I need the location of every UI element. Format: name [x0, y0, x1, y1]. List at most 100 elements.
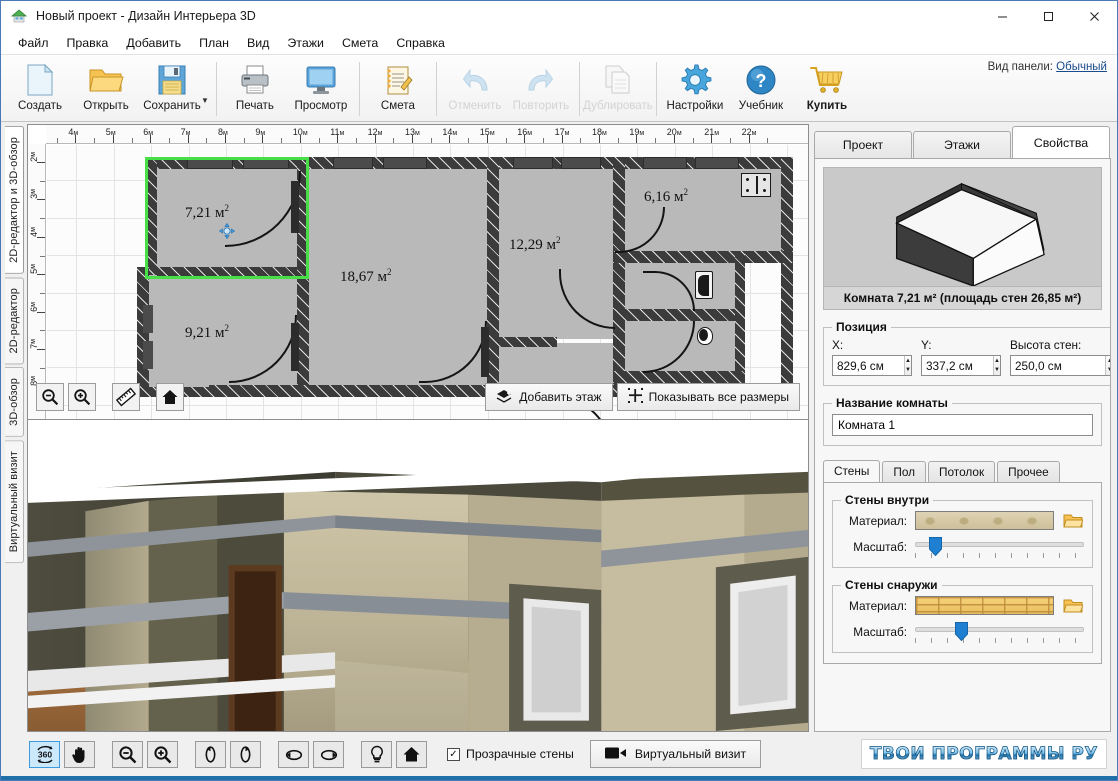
- x-spinner[interactable]: ▲ ▼: [832, 355, 912, 376]
- tool-zoom-out-button[interactable]: [112, 740, 143, 768]
- slider-thumb[interactable]: [954, 622, 968, 642]
- wall-segment[interactable]: [613, 251, 793, 263]
- tool-rotate-left-button[interactable]: [195, 740, 226, 768]
- tool-360-rotate-button[interactable]: 360: [29, 740, 60, 768]
- window-symbol[interactable]: [695, 157, 739, 169]
- room-name-input[interactable]: [832, 414, 1093, 436]
- tool-light-button[interactable]: [361, 740, 392, 768]
- toolbar-button-print[interactable]: Печать: [222, 58, 288, 120]
- walls-outside-material-swatch[interactable]: [915, 596, 1054, 615]
- door-leaf[interactable]: [481, 327, 489, 377]
- tab-floors[interactable]: Этажи: [913, 131, 1011, 158]
- save-dropdown-chevron-down-icon[interactable]: ▼: [201, 74, 209, 105]
- wall-segment[interactable]: [735, 251, 745, 373]
- toolbar-button-new[interactable]: Создать: [7, 58, 73, 120]
- y-input[interactable]: [922, 356, 993, 375]
- window-symbol[interactable]: [143, 341, 153, 369]
- toolbar-button-tutorial[interactable]: ? Учебник: [728, 58, 794, 120]
- window-symbol[interactable]: [383, 157, 427, 169]
- x-input[interactable]: [833, 356, 904, 375]
- left-tab-2d-editor[interactable]: 2D-редактор: [4, 276, 24, 365]
- walls-outside-browse-folder-icon[interactable]: [1062, 596, 1084, 615]
- menu-item-add[interactable]: Добавить: [117, 34, 190, 52]
- tool-pan-button[interactable]: [64, 740, 95, 768]
- tab-project[interactable]: Проект: [814, 131, 912, 158]
- tab-other[interactable]: Прочее: [997, 461, 1060, 482]
- left-tab-virtual-visit[interactable]: Виртуальный визит: [4, 440, 24, 564]
- slider-thumb[interactable]: [929, 537, 943, 557]
- wall-height-spin-up-icon[interactable]: ▲: [1106, 356, 1110, 366]
- toolbar-button-estimate[interactable]: Смета: [365, 58, 431, 120]
- left-tab-3d-overview[interactable]: 3D-обзор: [4, 367, 24, 438]
- plan-zoom-in-button[interactable]: [68, 383, 96, 411]
- toolbar-button-undo[interactable]: Отменить: [442, 58, 508, 120]
- toolbar-button-buy[interactable]: Купить: [794, 58, 860, 120]
- maximize-button[interactable]: [1025, 1, 1071, 32]
- x-spinner-arrows[interactable]: ▲ ▼: [903, 356, 911, 376]
- checkbox-box[interactable]: ✓: [447, 747, 460, 761]
- plan-ruler-button[interactable]: [112, 383, 140, 411]
- tool-zoom-in-button[interactable]: [147, 740, 178, 768]
- wall-segment[interactable]: [781, 157, 793, 389]
- room-fill-hall[interactable]: [499, 343, 613, 385]
- walls-outside-scale-slider[interactable]: [915, 621, 1084, 643]
- tool-home-button[interactable]: [396, 740, 427, 768]
- left-tab-2d-and-3d[interactable]: 2D-редактор и 3D-обзор: [4, 126, 24, 274]
- toolbar-button-duplicate[interactable]: Дублировать: [583, 58, 653, 120]
- x-spin-down-icon[interactable]: ▼: [905, 366, 911, 376]
- menu-item-estimate[interactable]: Смета: [333, 34, 387, 52]
- minimize-button[interactable]: [979, 1, 1025, 32]
- transparent-walls-checkbox[interactable]: ✓ Прозрачные стены: [447, 747, 574, 761]
- close-button[interactable]: [1071, 1, 1117, 32]
- y-spin-up-icon[interactable]: ▲: [994, 356, 1000, 366]
- toolbar-button-preview[interactable]: Просмотр: [288, 58, 354, 120]
- tool-rotate-right-button[interactable]: [230, 740, 261, 768]
- add-floor-button[interactable]: Добавить этаж: [485, 383, 613, 411]
- 3d-viewport[interactable]: [27, 420, 809, 732]
- wall-segment[interactable]: [613, 371, 745, 383]
- menu-item-view[interactable]: Вид: [238, 34, 278, 52]
- 3d-scene[interactable]: [28, 420, 808, 731]
- wall-height-input[interactable]: [1011, 356, 1105, 375]
- wall-height-spin-down-icon[interactable]: ▼: [1106, 366, 1110, 376]
- menu-item-help[interactable]: Справка: [387, 34, 454, 52]
- wall-height-spinner[interactable]: ▲ ▼: [1010, 355, 1110, 376]
- y-spin-down-icon[interactable]: ▼: [994, 366, 1000, 376]
- walls-inside-scale-slider[interactable]: [915, 536, 1084, 558]
- wall-height-spinner-arrows[interactable]: ▲ ▼: [1104, 356, 1110, 376]
- wall-segment[interactable]: [487, 337, 557, 347]
- y-spinner-arrows[interactable]: ▲ ▼: [992, 356, 1000, 376]
- toolbar-button-settings[interactable]: Настройки: [662, 58, 728, 120]
- window-symbol[interactable]: [143, 305, 153, 333]
- menu-item-floors[interactable]: Этажи: [278, 34, 333, 52]
- window-symbol[interactable]: [643, 157, 687, 169]
- virtual-visit-button[interactable]: Виртуальный визит: [589, 740, 762, 768]
- door-leaf[interactable]: [291, 323, 299, 371]
- plan-home-button[interactable]: [156, 383, 184, 411]
- tool-orbit-ccw-button[interactable]: [278, 740, 309, 768]
- floor-plan-editor[interactable]: 3м4м5м6м7м8м9м10м11м12м13м14м15м16м17м18…: [27, 124, 809, 420]
- show-all-dimensions-button[interactable]: Показывать все размеры: [616, 383, 800, 411]
- toolbar-button-save[interactable]: Сохранить: [139, 58, 205, 120]
- toolbar-button-redo[interactable]: Повторить: [508, 58, 574, 120]
- menu-item-edit[interactable]: Правка: [57, 34, 117, 52]
- walls-inside-material-swatch[interactable]: [915, 511, 1054, 530]
- move-handle-icon[interactable]: [218, 222, 236, 240]
- tab-floor[interactable]: Пол: [882, 461, 927, 482]
- toilet-icon[interactable]: [697, 327, 719, 347]
- fixture-icon[interactable]: [741, 173, 771, 197]
- toolbar-button-open[interactable]: Открыть: [73, 58, 139, 120]
- x-spin-up-icon[interactable]: ▲: [905, 356, 911, 366]
- window-symbol[interactable]: [513, 157, 553, 169]
- menu-item-file[interactable]: Файл: [9, 34, 57, 52]
- walls-inside-browse-folder-icon[interactable]: [1062, 511, 1084, 530]
- window-symbol[interactable]: [333, 157, 373, 169]
- tab-ceiling[interactable]: Потолок: [928, 461, 996, 482]
- tab-properties[interactable]: Свойства: [1012, 126, 1110, 158]
- menu-item-plan[interactable]: План: [190, 34, 238, 52]
- panel-view-value-link[interactable]: Обычный: [1056, 61, 1107, 73]
- tab-walls[interactable]: Стены: [823, 460, 881, 482]
- plan-zoom-out-button[interactable]: [36, 383, 64, 411]
- y-spinner[interactable]: ▲ ▼: [921, 355, 1001, 376]
- window-symbol[interactable]: [561, 157, 601, 169]
